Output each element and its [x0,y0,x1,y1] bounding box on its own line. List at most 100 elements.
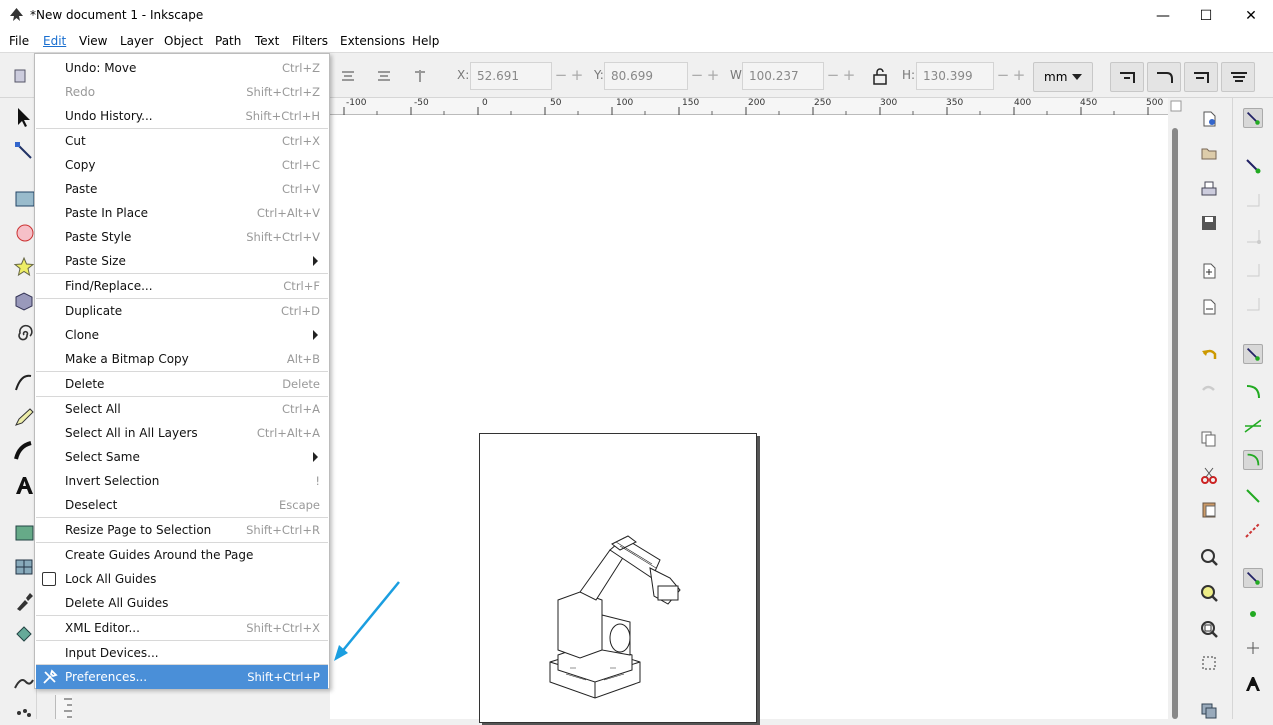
zoom-drawing-icon[interactable] [1200,584,1218,602]
pencil-tool-icon[interactable] [13,406,35,428]
snap-bbox-corner-icon[interactable] [1243,226,1263,246]
menu-item-undo-history[interactable]: Undo History... Shift+Ctrl+H [36,104,328,128]
zoom-selection-icon[interactable] [1200,548,1218,566]
gradient-tool-icon[interactable] [13,522,35,544]
menu-item-copy[interactable]: Copy Ctrl+C [36,153,328,177]
snap-bbox-edge-icon[interactable] [1243,190,1263,210]
star-tool-icon[interactable] [13,256,35,278]
menu-item-input-devices[interactable]: Input Devices... [36,641,328,665]
node-tool-icon[interactable] [13,140,35,162]
robot-arm-drawing[interactable] [540,530,700,700]
selector-tool-icon[interactable] [13,106,35,128]
menu-item-paste-style[interactable]: Paste Style Shift+Ctrl+V [36,225,328,249]
menu-item-deselect[interactable]: Deselect Escape [36,493,328,517]
menu-object[interactable]: Object [164,34,203,48]
new-document-icon[interactable] [1200,110,1218,128]
snap-bbox-center-icon[interactable] [1243,294,1263,314]
snap-intersection-icon[interactable] [1243,416,1263,436]
snap-cusp-icon[interactable] [1243,450,1263,470]
open-icon[interactable] [1200,144,1218,162]
scale-corners-button[interactable] [1147,62,1181,92]
print-icon[interactable] [1200,180,1218,198]
select-all-icon[interactable] [12,68,28,84]
menu-item-paste-size[interactable]: Paste Size [36,249,328,273]
menu-item-redo[interactable]: Redo Shift+Ctrl+Z [36,80,328,104]
minimize-button[interactable]: — [1140,0,1186,31]
snap-object-center-icon[interactable] [1243,604,1263,624]
undo-icon[interactable] [1200,346,1218,364]
menu-item-select-all[interactable]: Select All Ctrl+A [36,397,328,421]
snap-bbox-icon[interactable] [1243,156,1263,176]
vertical-scrollbar-thumb[interactable] [1172,128,1178,719]
bezier-tool-icon[interactable] [13,372,35,394]
menu-path[interactable]: Path [215,34,241,48]
spray-tool-icon[interactable] [13,703,35,725]
snap-path-icon[interactable] [1243,382,1263,402]
calligraphy-tool-icon[interactable] [13,440,35,462]
menu-item-select-same[interactable]: Select Same [36,445,328,469]
w-input[interactable]: 100.237 [742,62,824,90]
menu-item-resize-page[interactable]: Resize Page to Selection Shift+Ctrl+R [36,518,328,542]
menu-item-delete[interactable]: Delete Delete [36,372,328,396]
zoom-page-icon[interactable] [1200,620,1218,638]
scroll-up-icon[interactable] [1170,100,1182,112]
cut-icon[interactable] [1200,466,1218,484]
ellipse-tool-icon[interactable] [13,222,35,244]
y-input[interactable]: 80.699 [604,62,688,90]
menu-item-xml-editor[interactable]: XML Editor... Shift+Ctrl+X [36,616,328,640]
snap-bbox-midpoint-icon[interactable] [1243,260,1263,280]
x-increment[interactable]: + [568,62,586,90]
lock-ratio-icon[interactable] [872,67,888,85]
y-increment[interactable]: + [704,62,722,90]
text-tool-icon[interactable] [13,474,35,496]
menu-file[interactable]: File [9,34,29,48]
scale-stroke-button[interactable] [1110,62,1144,92]
dropper-tool-icon[interactable] [13,590,35,612]
h-input[interactable]: 130.399 [916,62,994,90]
h-increment[interactable]: + [1010,62,1028,90]
paint-bucket-tool-icon[interactable] [13,624,35,646]
menu-item-cut[interactable]: Cut Ctrl+X [36,129,328,153]
menu-filters[interactable]: Filters [292,34,328,48]
move-gradients-button[interactable] [1184,62,1218,92]
3d-box-tool-icon[interactable] [13,290,35,312]
snap-toggle-icon[interactable] [1243,108,1263,128]
snap-midpoint-icon[interactable] [1243,520,1263,540]
menu-item-bitmap-copy[interactable]: Make a Bitmap Copy Alt+B [36,347,328,371]
menu-layer[interactable]: Layer [120,34,153,48]
lock-guides-checkbox[interactable] [42,572,56,586]
align-bottom-icon[interactable] [376,68,392,84]
x-input[interactable]: 52.691 [470,62,552,90]
menu-text[interactable]: Text [255,34,279,48]
menu-item-duplicate[interactable]: Duplicate Ctrl+D [36,299,328,323]
menu-help[interactable]: Help [412,34,439,48]
save-icon[interactable] [1200,214,1218,232]
snap-nodes-icon[interactable] [1243,344,1263,364]
menu-edit[interactable]: Edit [43,34,66,48]
move-patterns-button[interactable] [1221,62,1255,92]
close-button[interactable]: ✕ [1228,0,1273,31]
tweak-tool-icon[interactable] [13,672,35,694]
mesh-tool-icon[interactable] [13,556,35,578]
menu-view[interactable]: View [79,34,107,48]
align-top-icon[interactable] [412,68,428,84]
copy-icon[interactable] [1200,430,1218,448]
duplicate-icon[interactable] [1200,702,1218,720]
align-center-icon[interactable] [340,68,356,84]
menu-item-find-replace[interactable]: Find/Replace... Ctrl+F [36,274,328,298]
menu-extensions[interactable]: Extensions [340,34,405,48]
menu-item-select-all-layers[interactable]: Select All in All Layers Ctrl+Alt+A [36,421,328,445]
paste-icon[interactable] [1200,500,1218,518]
snap-rotation-center-icon[interactable] [1243,638,1263,658]
snap-text-baseline-icon[interactable] [1243,674,1263,694]
maximize-button[interactable]: ☐ [1183,0,1229,31]
menu-item-clone[interactable]: Clone [36,323,328,347]
snap-others-icon[interactable] [1243,568,1263,588]
spiral-tool-icon[interactable] [13,324,35,346]
import-icon[interactable] [1200,262,1218,280]
menu-item-delete-guides[interactable]: Delete All Guides [36,591,328,615]
unit-select[interactable]: mm [1033,62,1093,92]
menu-item-lock-guides[interactable]: Lock All Guides [36,567,328,591]
menu-item-invert-selection[interactable]: Invert Selection! [36,469,328,493]
rectangle-tool-icon[interactable] [13,188,35,210]
